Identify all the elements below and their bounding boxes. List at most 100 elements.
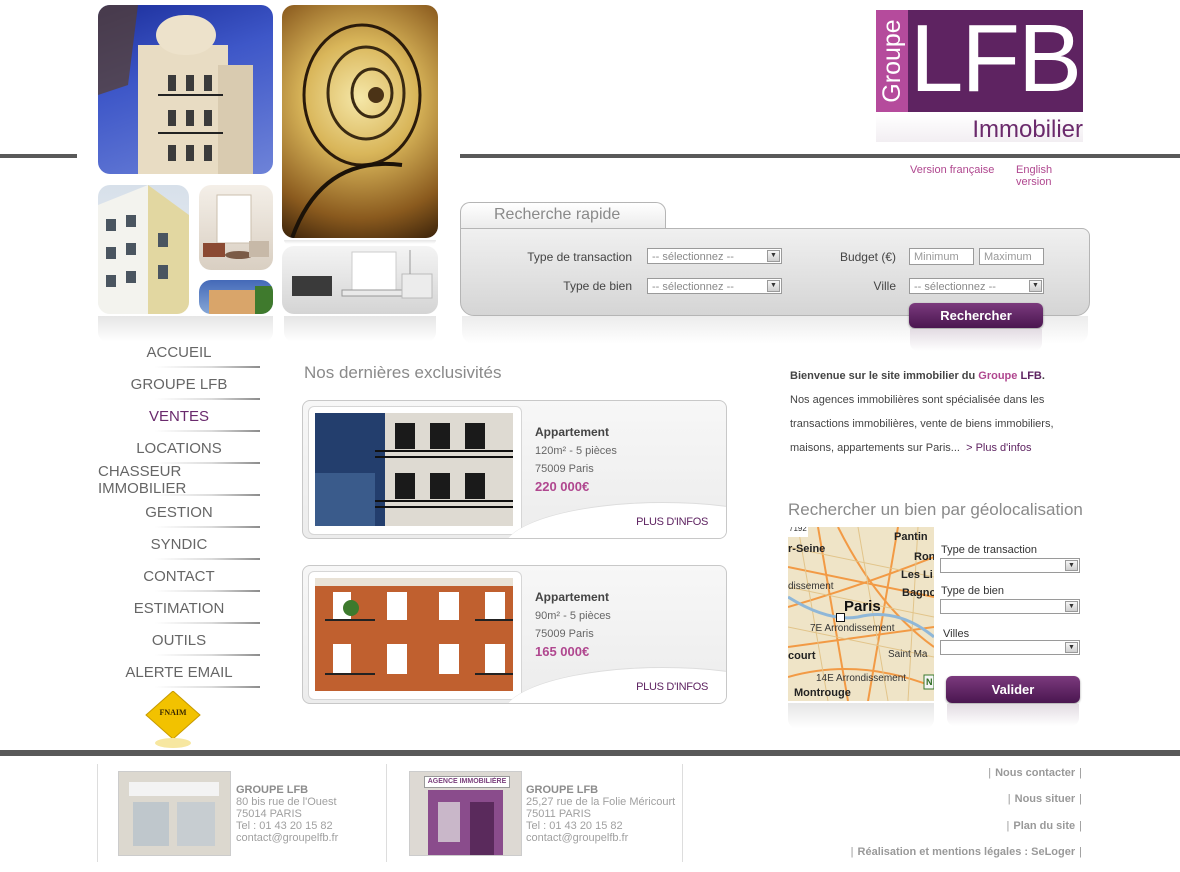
staircase-photo [282,5,438,238]
map-label: r-Seine [788,543,826,555]
property-type-select[interactable]: -- sélectionnez -- ▼ [647,278,782,294]
fnaim-logo[interactable]: FNAIM [144,690,202,749]
plus-infos-link[interactable]: PLUS D'INFOS [636,516,708,528]
listing-card[interactable]: Appartement 90m² - 5 pièces 75009 Paris … [302,565,727,704]
map-reflection [788,703,934,729]
agency-city: 75014 PARIS [236,808,302,820]
welcome-groupe: Groupe [978,370,1018,382]
footer-link-label: Plan du site [1013,820,1076,832]
welcome-intro-pre: Bienvenue sur le site immobilier du [790,370,979,382]
transaction-type-value: -- sélectionnez -- [652,251,734,263]
staircase-illustration [290,23,422,238]
transaction-type-label: Type de transaction [527,250,632,264]
agency-email-link[interactable]: contact@groupelfb.fr [236,832,338,844]
living-room-illustration [292,250,433,299]
search-button[interactable]: Rechercher [909,303,1043,328]
quick-search-tab-label: Recherche rapide [494,206,621,223]
nav-accueil[interactable]: ACCUEIL [98,336,260,368]
logo-lfb-text: LFB [910,5,1082,112]
storefront-illustration [119,772,230,855]
map-label: 7192 [789,527,807,533]
footer-divider [682,764,683,862]
chevron-down-icon: ▼ [1029,280,1042,292]
property-type-label: Type de bien [563,279,632,293]
footer-link-plan[interactable]: | Plan du site | [1003,820,1086,832]
nav-syndic[interactable]: SYNDIC [98,528,260,560]
nav-groupe-lfb[interactable]: GROUPE LFB [98,368,260,400]
brick-building-illustration [315,578,513,691]
nav-locations[interactable]: LOCATIONS [98,432,260,464]
nav-estimation[interactable]: ESTIMATION [98,592,260,624]
validate-button[interactable]: Valider [946,676,1080,703]
welcome-line-3-wrap: maisons, appartements sur Paris... > Plu… [790,436,1080,460]
nav-alerte-email[interactable]: ALERTE EMAIL [98,656,260,688]
property-type-value: -- sélectionnez -- [652,281,734,293]
interior-photo [199,185,273,270]
footer-link-label: Nous contacter [995,767,1076,779]
photos-reflection-right [284,316,436,342]
english-version-link[interactable]: English version [1016,164,1090,188]
header-line-right [460,154,1180,158]
nav-chasseur-immobilier[interactable]: CHASSEUR IMMOBILIER [98,463,260,497]
validate-button-reflection [947,704,1079,726]
welcome-intro: Bienvenue sur le site immobilier du Grou… [790,364,1080,388]
city-select[interactable]: -- sélectionnez -- ▼ [909,278,1044,294]
budget-min-input[interactable]: Minimum [909,248,974,265]
header-line-left [0,154,77,158]
map-label: Bagno [902,587,934,599]
listing-details: 120m² - 5 pièces [535,445,617,457]
listing-photo [315,578,513,691]
plus-infos-link[interactable]: > Plus d'infos [966,442,1031,454]
footer-link-mentions[interactable]: | Réalisation et mentions légales : SeLog… [847,846,1086,858]
plus-infos-link[interactable]: PLUS D'INFOS [636,681,708,693]
map-label: Pantin [894,531,928,543]
groupe-lfb-logo[interactable]: Groupe LFB [876,5,1083,112]
map-label: 7E Arrondissement [810,623,895,634]
geo-property-label: Type de bien [941,585,1004,597]
geo-search-heading: Rechercher un bien par géolocalisation [788,500,1083,519]
main-nav: ACCUEIL GROUPE LFB VENTES LOCATIONS CHAS… [98,336,260,688]
map-label: Montrouge [794,687,851,699]
city-value: -- sélectionnez -- [914,281,996,293]
version-francaise-link[interactable]: Version française [910,164,994,176]
welcome-line-3: maisons, appartements sur Paris... [790,442,960,454]
chevron-down-icon: ▼ [1065,601,1078,612]
agency-name: GROUPE LFB [236,784,309,796]
budget-max-input[interactable]: Maximum [979,248,1044,265]
paris-map[interactable]: 7192 r-Seine Pantin Ron dissement Les Li… [788,527,934,701]
search-button-reflection [910,329,1042,351]
map-label: Les Li [901,569,933,581]
quick-search-tab[interactable]: Recherche rapide [460,202,666,231]
agency-sign: AGENCE IMMOBILIÈRE [424,776,510,788]
exclusives-heading: Nos dernières exclusivités [304,363,502,382]
chevron-down-icon: ▼ [767,250,780,262]
footer-line [0,750,1180,756]
budget-max-placeholder: Maximum [984,251,1032,263]
geo-property-select[interactable]: ▼ [940,599,1080,614]
budget-min-placeholder: Minimum [914,251,959,263]
welcome-lfb: LFB [1020,370,1042,382]
map-pin-icon [836,613,845,622]
footer-link-situer[interactable]: | Nous situer | [1004,793,1086,805]
map-label: court [788,650,816,662]
nav-outils[interactable]: OUTILS [98,624,260,656]
footer-link-contact[interactable]: | Nous contacter | [984,767,1086,779]
listing-details: 90m² - 5 pièces [535,610,611,622]
modern-building-photo [98,185,189,314]
footer-divider [386,764,387,862]
geo-transaction-select[interactable]: ▼ [940,558,1080,573]
listing-card[interactable]: Appartement 120m² - 5 pièces 75009 Paris… [302,400,727,539]
chevron-down-icon: ▼ [767,280,780,292]
welcome-line-1: Nos agences immobilières sont spécialisé… [790,394,1045,406]
transaction-type-select[interactable]: -- sélectionnez -- ▼ [647,248,782,264]
nav-ventes[interactable]: VENTES [98,400,260,432]
fnaim-label: FNAIM [159,708,187,717]
map-label: Saint Ma [888,649,928,660]
house-illustration [209,286,273,314]
nav-contact[interactable]: CONTACT [98,560,260,592]
nav-gestion[interactable]: GESTION [98,496,260,528]
logo-immobilier-text: Immobilier [972,116,1083,143]
geo-cities-select[interactable]: ▼ [940,640,1080,655]
building-illustration [98,5,253,174]
agency-email-link[interactable]: contact@groupelfb.fr [526,832,628,844]
